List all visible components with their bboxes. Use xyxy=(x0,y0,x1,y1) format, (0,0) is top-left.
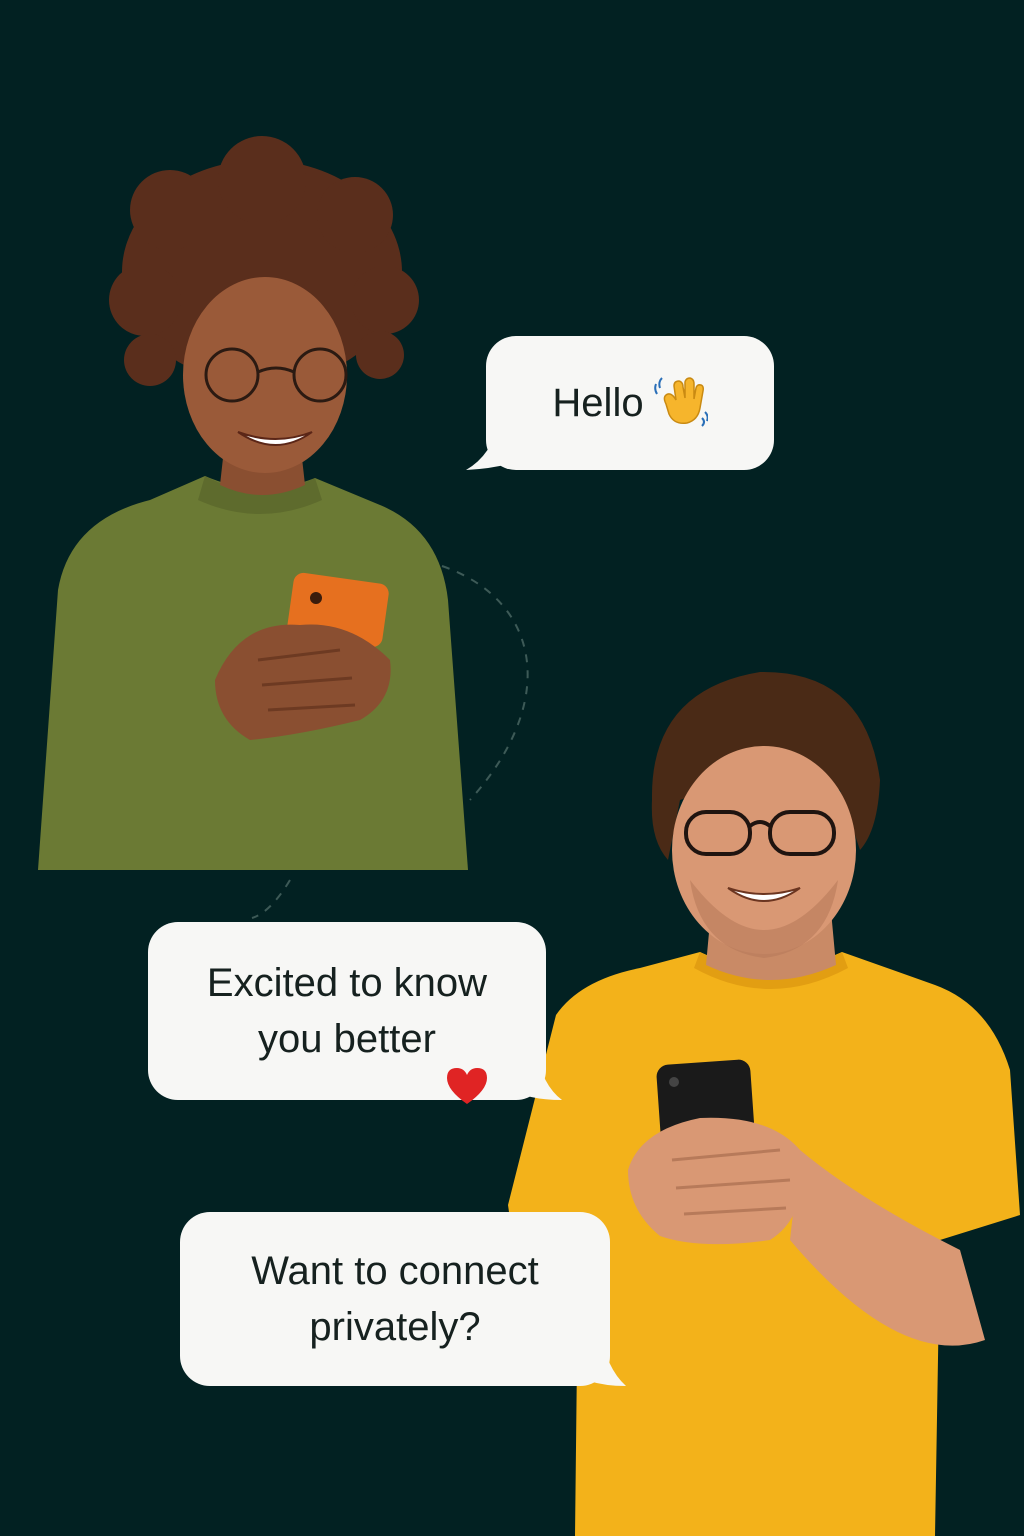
message-text: Hello xyxy=(552,381,644,425)
chat-bubble-connect: Want to connect privately? xyxy=(180,1212,610,1386)
chat-bubble-excited: Excited to know you better xyxy=(148,922,546,1104)
waving-hand-icon xyxy=(653,374,709,433)
chat-bubble-hello: Hello xyxy=(486,336,774,470)
chat-illustration: Hello Excited to know you better Want to… xyxy=(0,0,1024,1536)
red-heart-icon xyxy=(445,1009,489,1121)
message-text: Want to connect privately? xyxy=(251,1249,539,1349)
woman-figure xyxy=(38,136,468,870)
man-figure xyxy=(508,671,1020,1536)
